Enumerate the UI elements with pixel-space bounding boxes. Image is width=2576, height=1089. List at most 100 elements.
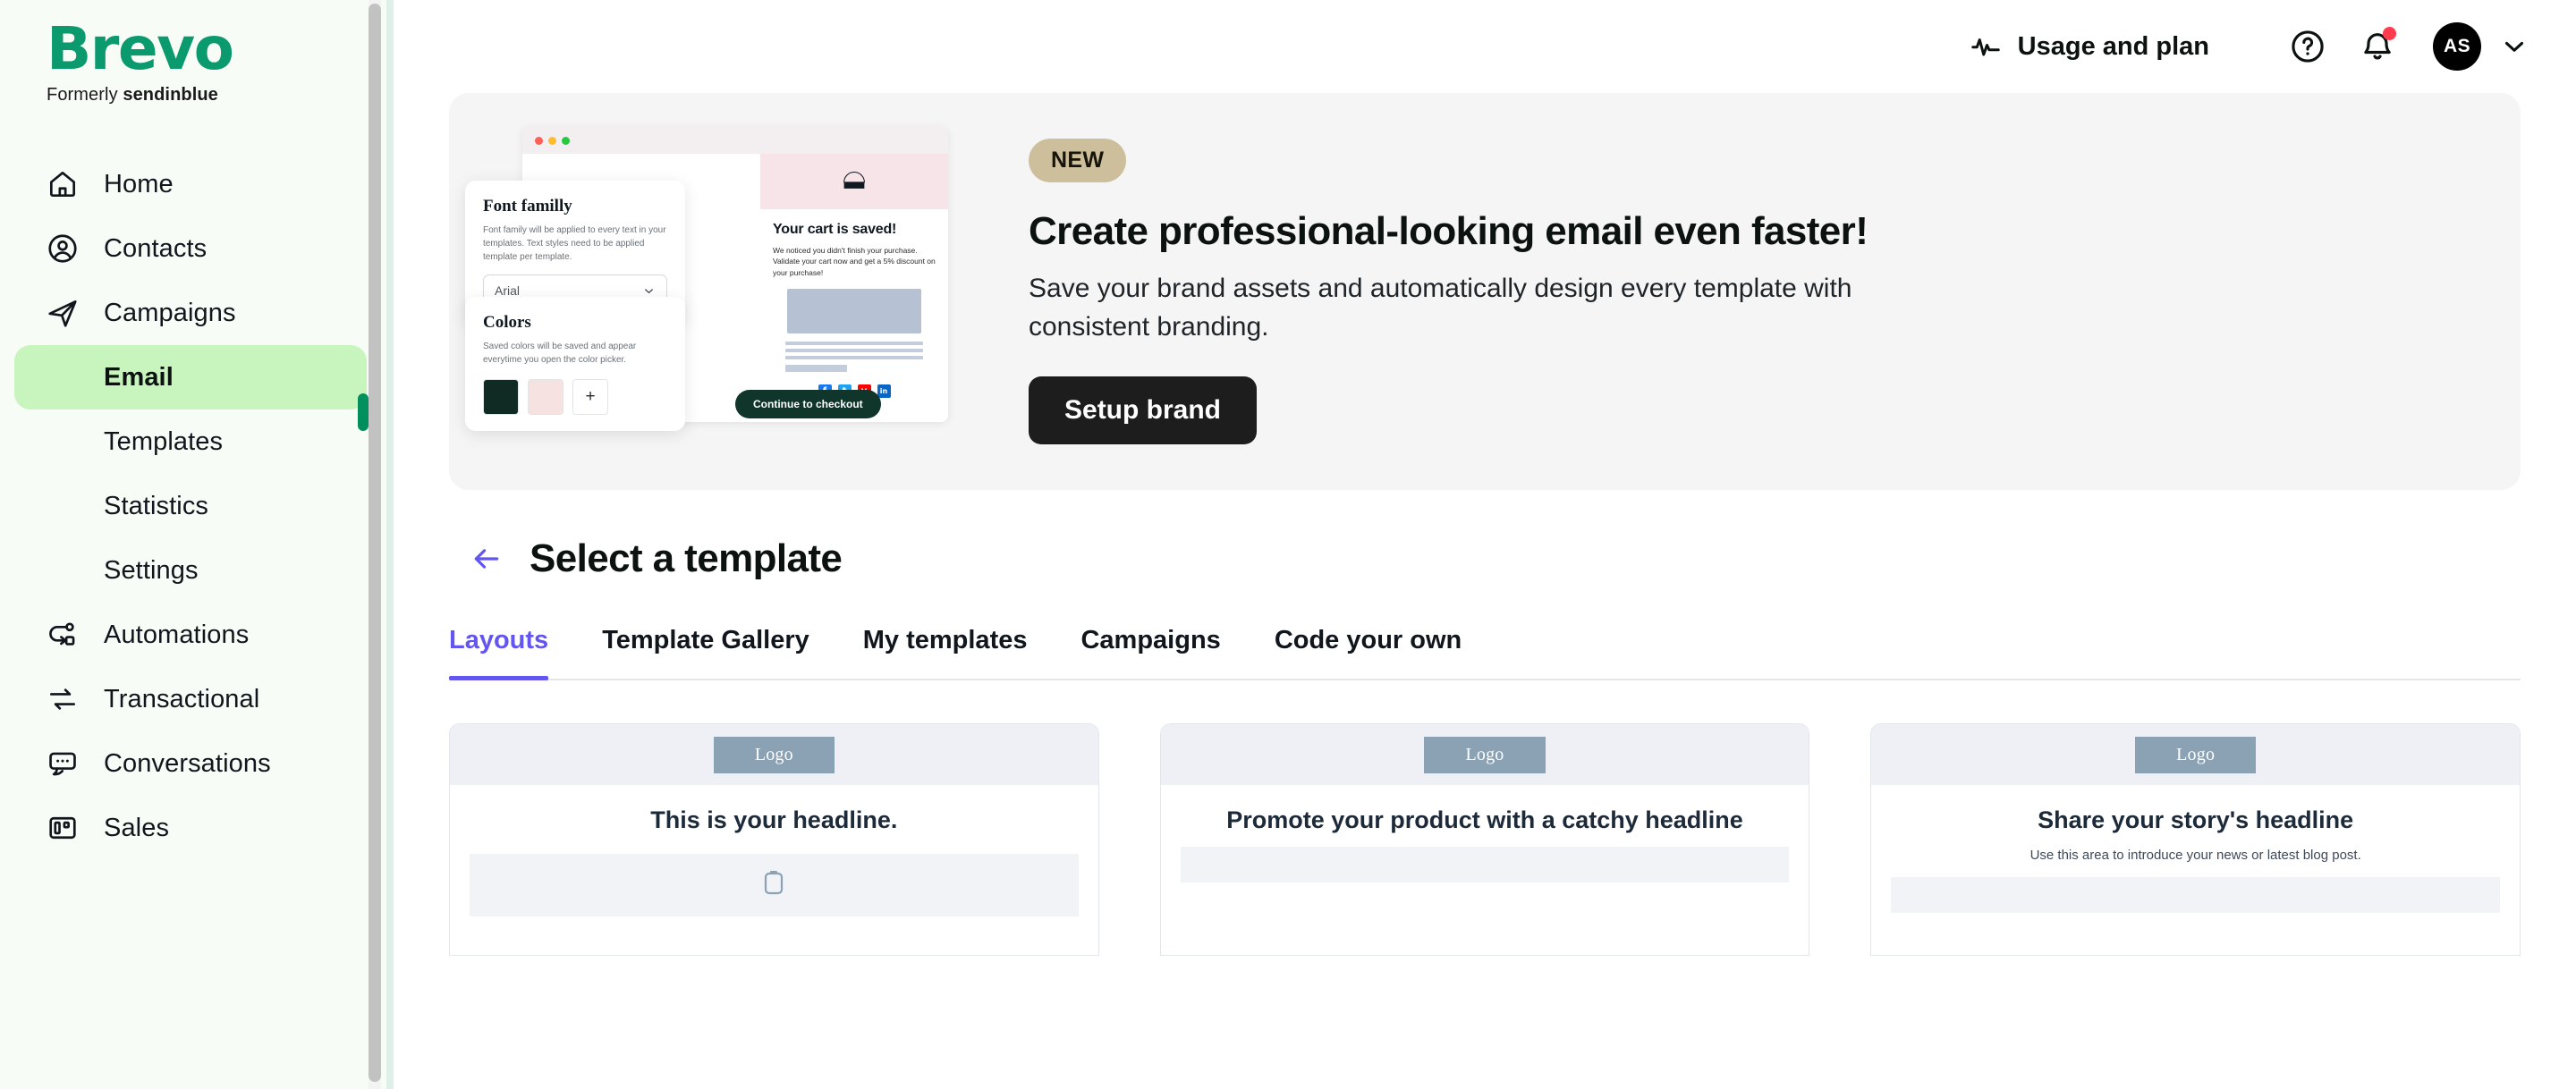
mock-font-card-desc: Font family will be applied to every tex… [483, 224, 667, 264]
sidebar-subitem-label: Email [104, 363, 174, 393]
back-button[interactable] [469, 541, 504, 577]
promo-banner: Your cart is saved! We noticed you didn'… [449, 93, 2521, 490]
mock-colors-card: Colors Saved colors will be saved and ap… [465, 297, 685, 431]
sidebar-item-templates[interactable]: Templates [14, 409, 367, 474]
promo-banner-illustration: Your cart is saved! We noticed you didn'… [449, 93, 1004, 490]
mock-font-card-title: Font familly [483, 197, 667, 216]
window-dot-maximize [562, 137, 570, 145]
sidebar-item-home[interactable]: Home [14, 152, 367, 216]
arrow-left-icon [469, 541, 504, 577]
tab-my-templates[interactable]: My templates [836, 626, 1055, 679]
brand-block[interactable]: Brevo Formerly sendinblue [0, 0, 394, 106]
sidebar: Brevo Formerly sendinblue Home Contacts [0, 0, 394, 1089]
mock-checkout-button: Continue to checkout [735, 390, 881, 418]
notifications-button[interactable] [2352, 21, 2402, 72]
promo-banner-headline: Create professional-looking email even f… [1029, 209, 1923, 255]
sidebar-subitem-label: Settings [104, 556, 199, 586]
linkedin-icon: in [877, 384, 891, 398]
window-dot-close [535, 137, 543, 145]
template-card-headline: Promote your product with a catchy headl… [1193, 805, 1777, 836]
mock-email-preview: Your cart is saved! We noticed you didn'… [760, 154, 948, 422]
mock-colors-card-desc: Saved colors will be saved and appear ev… [483, 340, 667, 367]
mock-email-lines [785, 342, 923, 372]
mock-email-image [787, 289, 921, 333]
app-root: Brevo Formerly sendinblue Home Contacts [0, 0, 2576, 1089]
sidebar-edge-divider [386, 0, 394, 1089]
template-logo-placeholder: Logo [714, 737, 835, 773]
sidebar-item-automations[interactable]: Automations [14, 603, 367, 667]
tab-template-gallery[interactable]: Template Gallery [575, 626, 836, 679]
template-logo-placeholder: Logo [2135, 737, 2256, 773]
sidebar-item-label: Contacts [104, 234, 207, 264]
sidebar-item-campaigns[interactable]: Campaigns [14, 281, 367, 345]
template-image-placeholder [470, 854, 1079, 916]
template-grid: Logo This is your headline. Logo [449, 723, 2521, 956]
template-card[interactable]: Logo Promote your product with a catchy … [1160, 723, 1810, 956]
promo-banner-description: Save your brand assets and automatically… [1029, 270, 1923, 346]
sidebar-item-transactional[interactable]: Transactional [14, 667, 367, 731]
sidebar-item-contacts[interactable]: Contacts [14, 216, 367, 281]
conversations-icon [45, 746, 80, 781]
template-card-header: Logo [1161, 724, 1809, 785]
template-card[interactable]: Logo Share your story's headline Use thi… [1870, 723, 2521, 956]
sidebar-item-label: Home [104, 170, 174, 199]
template-card-header: Logo [450, 724, 1098, 785]
brand-tagline: Formerly sendinblue [47, 85, 394, 106]
sales-icon [45, 810, 80, 846]
sidebar-item-label: Transactional [104, 685, 259, 714]
mock-window-titlebar [522, 127, 948, 154]
brand-tagline-bold: sendinblue [123, 85, 218, 105]
mock-email-body: We noticed you didn't finish your purcha… [773, 245, 936, 278]
tab-campaigns[interactable]: Campaigns [1054, 626, 1247, 679]
sidebar-item-settings[interactable]: Settings [14, 538, 367, 603]
image-placeholder-icon [758, 868, 789, 895]
sidebar-item-label: Automations [104, 620, 249, 650]
page-title: Select a template [530, 536, 842, 581]
tab-layouts[interactable]: Layouts [449, 626, 575, 679]
automation-icon [45, 617, 80, 653]
contacts-icon [45, 231, 80, 266]
template-card-headline: This is your headline. [482, 805, 1066, 836]
usage-and-plan-label: Usage and plan [2018, 32, 2209, 62]
mock-colors-card-title: Colors [483, 313, 667, 333]
notification-badge-dot [2383, 27, 2396, 40]
template-card-body: This is your headline. [450, 785, 1098, 836]
mock-font-select-value: Arial [495, 283, 520, 298]
help-button[interactable] [2283, 21, 2333, 72]
sidebar-item-label: Conversations [104, 749, 271, 779]
add-color-swatch: + [572, 379, 608, 415]
avatar[interactable]: AS [2433, 22, 2481, 71]
sidebar-subitem-label: Templates [104, 427, 223, 457]
sidebar-item-email[interactable]: Email [14, 345, 367, 409]
template-image-placeholder [1181, 847, 1790, 882]
topbar: Usage and plan AS [394, 0, 2576, 93]
sidebar-item-statistics[interactable]: Statistics [14, 474, 367, 538]
mock-email-hero [760, 154, 948, 209]
brevo-logo: Brevo [47, 20, 394, 79]
send-icon [45, 295, 80, 331]
page-header: Select a template [449, 536, 2521, 581]
template-card-body: Share your story's headline Use this are… [1871, 785, 2520, 863]
template-card-headline: Share your story's headline [1903, 805, 2487, 836]
sidebar-item-conversations[interactable]: Conversations [14, 731, 367, 796]
sidebar-item-label: Sales [104, 814, 169, 843]
setup-brand-button[interactable]: Setup brand [1029, 376, 1257, 444]
template-card-body: Promote your product with a catchy headl… [1161, 785, 1809, 836]
sidebar-item-sales[interactable]: Sales [14, 796, 367, 860]
sidebar-subitem-label: Statistics [104, 492, 208, 521]
template-tabs: Layouts Template Gallery My templates Ca… [449, 626, 2521, 680]
sidebar-scrollbar-thumb[interactable] [369, 4, 381, 1082]
activity-pulse-icon [1970, 30, 2002, 63]
tab-code-your-own[interactable]: Code your own [1248, 626, 1488, 679]
transactional-icon [45, 681, 80, 717]
active-item-indicator [358, 393, 369, 431]
template-card-subtext: Use this area to introduce your news or … [1903, 848, 2487, 863]
template-logo-placeholder: Logo [1424, 737, 1545, 773]
account-menu-button[interactable] [2499, 31, 2529, 62]
promo-banner-text: NEW Create professional-looking email ev… [1004, 139, 1959, 445]
color-swatch-pink [528, 379, 564, 415]
window-dot-minimize [548, 137, 556, 145]
template-card[interactable]: Logo This is your headline. [449, 723, 1099, 956]
usage-and-plan-button[interactable]: Usage and plan [1970, 30, 2209, 63]
status-badge: NEW [1029, 139, 1126, 182]
